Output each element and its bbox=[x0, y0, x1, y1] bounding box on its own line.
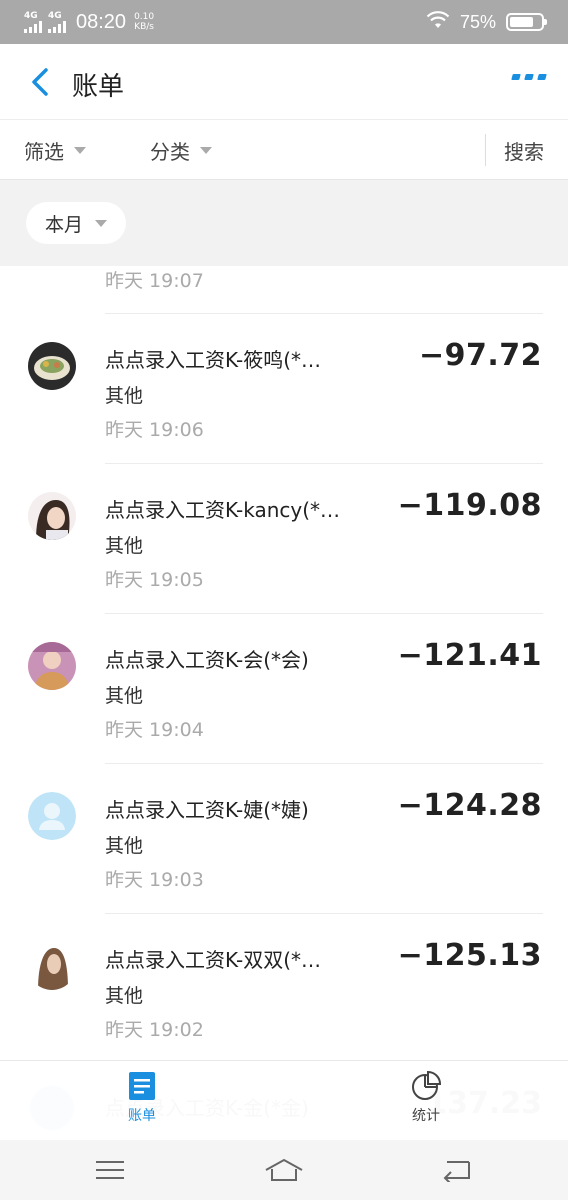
network-speed: 0.10 KB/s bbox=[134, 12, 154, 32]
status-right: 75% bbox=[426, 8, 547, 36]
back-icon bbox=[443, 1161, 470, 1182]
list-item[interactable]: 点点录入工资K-筱鸣(*… 其他 昨天 19:06 −97.72 bbox=[0, 314, 568, 464]
list-item[interactable]: 点点录入工资K-双双(*… 其他 昨天 19:02 −125.13 bbox=[0, 914, 568, 1060]
transaction-amount: −124.28 bbox=[397, 788, 542, 823]
month-label: 本月 bbox=[44, 213, 83, 236]
divider bbox=[485, 134, 486, 166]
transaction-category: 其他 bbox=[105, 535, 144, 557]
category-label: 分类 bbox=[150, 140, 190, 164]
default-avatar-icon bbox=[28, 792, 76, 840]
avatar bbox=[28, 642, 76, 690]
transaction-amount: −125.13 bbox=[397, 938, 542, 973]
transaction-time: 昨天 19:07 bbox=[105, 270, 204, 292]
speed-value: 0.10 bbox=[134, 12, 155, 22]
tab-stats[interactable]: 统计 bbox=[386, 1071, 466, 1133]
transaction-name: 点点录入工资K-筱鸣(*… bbox=[105, 348, 322, 372]
avatar bbox=[28, 942, 76, 990]
signal-icon: 4G bbox=[24, 10, 42, 33]
transaction-name: 点点录入工资K-双双(*… bbox=[105, 948, 322, 972]
back-button[interactable] bbox=[20, 62, 60, 102]
category-dropdown[interactable]: 分类 bbox=[150, 136, 212, 165]
bill-icon bbox=[129, 1072, 155, 1100]
search-button[interactable]: 搜索 bbox=[504, 136, 544, 165]
signal-icon: 4G bbox=[48, 10, 66, 33]
month-selector[interactable]: 本月 bbox=[26, 202, 126, 244]
filter-label: 筛选 bbox=[24, 140, 64, 164]
transaction-time: 昨天 19:04 bbox=[105, 719, 204, 741]
transaction-amount: −121.41 bbox=[397, 638, 542, 673]
battery-percent: 75% bbox=[459, 11, 496, 32]
battery-icon bbox=[506, 13, 547, 31]
list-item[interactable]: 点点录入工资K-会(*会) 其他 昨天 19:04 −121.41 bbox=[0, 614, 568, 764]
transaction-name: 点点录入工资K-会(*会) bbox=[105, 648, 309, 672]
clock: 08:20 bbox=[76, 10, 127, 33]
status-bar: 4G 4G 08:20 0.10 KB/s 75% bbox=[0, 0, 568, 44]
list-item[interactable]: 点点录入工资K-kancy(*… 其他 昨天 19:05 −119.08 bbox=[0, 464, 568, 614]
menu-button[interactable] bbox=[88, 1152, 132, 1188]
transaction-amount: −97.72 bbox=[418, 338, 542, 373]
caret-down-icon bbox=[74, 147, 86, 154]
more-icon[interactable] bbox=[511, 74, 547, 80]
title-bar: 账单 bbox=[0, 44, 568, 120]
transaction-list[interactable]: 昨天 19:07 点点录入工资K-筱鸣(*… 其他 昨天 19:06 −97.7… bbox=[0, 266, 568, 1060]
tab-bar: 账单 统计 bbox=[0, 1060, 568, 1140]
transaction-time: 昨天 19:03 bbox=[105, 869, 204, 891]
caret-down-icon bbox=[200, 147, 212, 154]
avatar bbox=[28, 492, 76, 540]
transaction-time: 昨天 19:02 bbox=[105, 1019, 204, 1041]
home-button[interactable] bbox=[262, 1152, 306, 1188]
list-item[interactable]: 点点录入工资K-婕(*婕) 其他 昨天 19:03 −124.28 bbox=[0, 764, 568, 914]
period-bar: 本月 bbox=[0, 180, 568, 266]
chevron-left-icon bbox=[32, 68, 48, 96]
transaction-category: 其他 bbox=[105, 685, 144, 707]
filter-dropdown[interactable]: 筛选 bbox=[24, 136, 86, 165]
speed-unit: KB/s bbox=[134, 22, 154, 32]
tab-bill[interactable]: 账单 bbox=[102, 1071, 182, 1133]
network-label: 4G bbox=[48, 10, 62, 21]
list-item[interactable]: 昨天 19:07 bbox=[105, 266, 543, 314]
transaction-category: 其他 bbox=[105, 835, 144, 857]
transaction-time: 昨天 19:05 bbox=[105, 569, 204, 591]
home-icon bbox=[265, 1158, 303, 1181]
caret-down-icon bbox=[95, 219, 107, 227]
network-label: 4G bbox=[24, 10, 38, 21]
transaction-time: 昨天 19:06 bbox=[105, 419, 204, 441]
transaction-name: 点点录入工资K-婕(*婕) bbox=[105, 798, 309, 822]
tab-label: 账单 bbox=[128, 1108, 156, 1124]
transaction-category: 其他 bbox=[105, 385, 144, 407]
wifi-icon bbox=[426, 11, 450, 33]
system-nav-bar bbox=[0, 1140, 568, 1200]
page-title: 账单 bbox=[72, 72, 125, 102]
back-nav-button[interactable] bbox=[434, 1152, 478, 1188]
transaction-name: 点点录入工资K-kancy(*… bbox=[105, 498, 341, 522]
tab-label: 统计 bbox=[412, 1108, 440, 1124]
transaction-amount: −119.08 bbox=[397, 488, 542, 523]
status-left: 4G 4G 08:20 0.10 KB/s bbox=[24, 8, 154, 36]
avatar bbox=[28, 342, 76, 390]
pie-chart-icon bbox=[412, 1071, 441, 1100]
transaction-category: 其他 bbox=[105, 985, 144, 1007]
filter-bar: 筛选 分类 搜索 bbox=[0, 120, 568, 180]
menu-icon bbox=[96, 1161, 124, 1179]
